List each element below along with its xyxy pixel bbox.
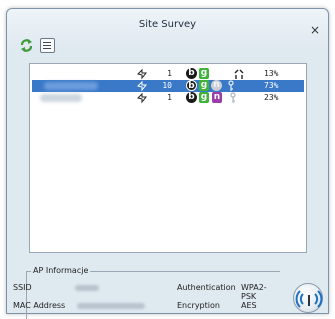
ssid-label: SSID [13,283,32,292]
refresh-icon[interactable] [19,38,34,53]
site-survey-window: Site Survey × 1 b g 13% 10 b g n 73% 1 b… [6,8,329,319]
broken-signal-icon [136,92,148,104]
mode-g-icon: g [199,80,209,91]
ssid-redacted [44,82,98,90]
ssid-value-redacted [75,285,99,291]
broken-lock-icon [234,68,244,80]
mac-value-redacted [77,303,145,309]
broken-signal-icon [136,68,148,80]
title-bar: Site Survey × [7,9,328,55]
mode-g-icon: g [199,68,209,79]
ap-info-legend: AP Informacje [31,266,91,275]
network-list[interactable]: 1 b g 13% 10 b g n 73% 1 b g n 23% [29,63,307,253]
mode-g-icon: g [199,92,209,103]
authentication-label: Authentication [177,283,236,292]
encryption-value: AES [241,301,257,310]
network-row[interactable]: 1 b g 13% [32,68,304,80]
network-row[interactable]: 1 b g n 23% [32,92,304,104]
window-title: Site Survey [138,19,197,30]
mac-address-label: MAC Address [13,301,66,310]
authentication-value: WPA2-PSK [241,283,267,301]
signal-strength: 23% [264,93,279,102]
key-icon [228,92,238,104]
signal-icon [136,80,148,92]
channel: 1 [167,69,172,78]
mode-n-icon: n [212,92,222,103]
channel: 1 [167,93,172,102]
mode-b-icon: b [186,80,197,91]
mode-b-icon: b [186,68,197,79]
signal-strength: 13% [264,69,279,78]
channel: 10 [162,81,172,90]
network-row-selected[interactable]: 10 b g n 73% [32,80,304,92]
close-button[interactable]: × [310,23,320,37]
signal-strength: 73% [264,81,279,90]
ssid-redacted [40,94,82,102]
mode-b-icon: b [186,92,197,103]
wireless-connect-icon[interactable] [293,283,323,313]
key-icon [226,80,236,92]
encryption-label: Encryption [177,301,220,310]
mode-n-icon: n [211,80,222,91]
list-view-icon[interactable] [40,38,55,53]
ap-info-group: AP Informacje SSID MAC Address Authentic… [13,266,280,319]
